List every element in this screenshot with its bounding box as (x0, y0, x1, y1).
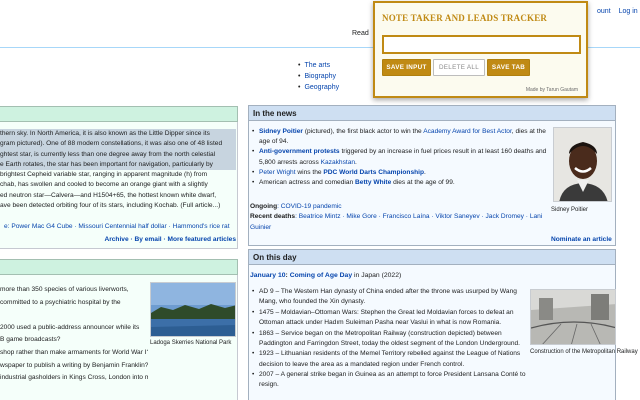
note-taker-popup: NOTE TAKER AND LEADS TRACKER SAVE INPUT … (373, 1, 588, 98)
recently-featured-links[interactable]: e: Power Mac G4 Cube · Missouri Centenni… (4, 223, 230, 230)
news-link[interactable]: PDC World Darts Championship (323, 169, 424, 176)
dyk-line (0, 309, 148, 322)
dyk-line: B game broadcasts? (0, 336, 61, 344)
news-link[interactable]: Peter Wright (259, 169, 296, 176)
featured-line: ghtest star, is currently less than one … (0, 149, 236, 160)
sidney-poitier-caption: Sidney Poitier (551, 207, 589, 213)
dyk-line: wspaper to publish a writing by Benjamin… (0, 361, 148, 369)
dyk-line: more than 350 species of various liverwo… (0, 286, 129, 293)
did-you-know-header (0, 259, 238, 275)
news-item: Sidney Poitier (pictured), the first bla… (252, 127, 547, 147)
date-suffix: in Japan (2022) (352, 272, 402, 279)
on-this-day-header: On this day (248, 249, 616, 265)
user-links: ount Log in (591, 8, 638, 15)
on-this-day-list: AD 9 – The Western Han dynasty of China … (252, 287, 528, 391)
news-link[interactable]: Anti-government protests (259, 148, 340, 155)
date-event-link[interactable]: Coming of Age Day (290, 272, 352, 279)
event-item: AD 9 – The Western Han dynasty of China … (252, 287, 528, 307)
news-link[interactable]: Kazakhstan (321, 159, 355, 166)
popup-title: NOTE TAKER AND LEADS TRACKER (382, 13, 548, 23)
news-item: American actress and comedian Betty Whit… (252, 178, 547, 188)
lake-photo[interactable] (150, 282, 236, 337)
save-tab-button[interactable]: SAVE TAB (487, 59, 530, 76)
dyk-line: shop rather than make armaments for Worl… (0, 348, 148, 356)
news-text: . (355, 158, 357, 166)
in-the-news-ongoing: Ongoing: COVID-19 pandemic Recent deaths… (250, 202, 550, 233)
ongoing-link[interactable]: : COVID-19 pandemic (277, 203, 342, 210)
tab-read[interactable]: Read (352, 30, 369, 37)
featured-archive-links[interactable]: Archive · By email · More featured artic… (104, 236, 236, 243)
featured-article-header (0, 106, 238, 122)
portal-links: The arts Biography Geography (298, 60, 339, 93)
news-item: Peter Wright wins the PDC World Darts Ch… (252, 168, 547, 178)
portal-link-geography[interactable]: Geography (298, 82, 339, 93)
featured-line: brightest Cepheid variable star, ranging… (0, 171, 208, 179)
news-text: wins the (295, 168, 324, 176)
news-link[interactable]: Academy Award for Best Actor (423, 128, 512, 135)
event-item: 1475 – Moldavian–Ottoman Wars: Stephen t… (252, 308, 528, 328)
event-item: 1923 – Lithuanian residents of the Memel… (252, 349, 528, 369)
news-text: dies at the age of 99. (391, 179, 455, 187)
account-link[interactable]: ount (597, 8, 611, 15)
in-the-news-list: Sidney Poitier (pictured), the first bla… (252, 127, 547, 188)
date-link[interactable]: January 10 (250, 272, 286, 279)
sidney-poitier-photo[interactable] (553, 127, 612, 202)
featured-article-text: thern sky. In North America, it is also … (0, 129, 236, 211)
portal-link-biography[interactable]: Biography (298, 71, 339, 82)
featured-line: chab, has swollen and cooled to become a… (0, 181, 208, 189)
save-input-button[interactable]: SAVE INPUT (382, 59, 431, 76)
dyk-line: committed to a psychiatric hospital by t… (0, 298, 121, 306)
event-item: 1863 – Service began on the Metropolitan… (252, 329, 528, 349)
news-link[interactable]: Betty White (355, 179, 391, 186)
metropolitan-railway-image[interactable] (530, 289, 616, 345)
note-input[interactable] (382, 35, 581, 54)
portal-link-arts[interactable]: The arts (298, 60, 339, 71)
event-item: 2007 – A general strike began in Guinea … (252, 370, 528, 390)
metropolitan-railway-caption: Construction of the Metropolitan Railway (530, 349, 638, 355)
news-item: Anti-government protests triggered by an… (252, 147, 547, 167)
featured-line: ed neutron star—Calvera—and H1504+65, th… (0, 191, 217, 199)
login-link[interactable]: Log in (619, 8, 638, 15)
popup-credit: Made by Tarun Gautam (525, 87, 578, 93)
in-the-news-header: In the news (248, 105, 616, 121)
featured-line: ave been detected orbiting four of its s… (0, 202, 221, 210)
news-text: . (424, 168, 426, 176)
recent-deaths-label: Recent deaths (250, 213, 296, 221)
dyk-line: 2000 used a public-address announcer whi… (0, 323, 140, 331)
news-text: American actress and comedian (259, 179, 356, 187)
delete-all-button[interactable]: DELETE ALL (433, 59, 485, 76)
dyk-line: industrial gasholders in Kings Cross, Lo… (0, 374, 148, 382)
ongoing-label: Ongoing (250, 203, 278, 210)
featured-line: e Earth rotates, the star has been impor… (0, 159, 236, 171)
on-this-day-date: January 10: Coming of Age Day in Japan (… (250, 272, 402, 279)
featured-line: gram pictured). One of 88 modern constel… (0, 139, 236, 150)
news-link[interactable]: Sidney Poitier (259, 128, 303, 135)
news-text: (pictured), the first black actor to win… (302, 128, 424, 135)
featured-line: thern sky. In North America, it is also … (0, 129, 236, 140)
lake-caption: Ladoga Skerries National Park (150, 340, 232, 346)
nominate-article-link[interactable]: Nominate an article (551, 236, 612, 243)
did-you-know-text: more than 350 species of various liverwo… (0, 284, 148, 385)
